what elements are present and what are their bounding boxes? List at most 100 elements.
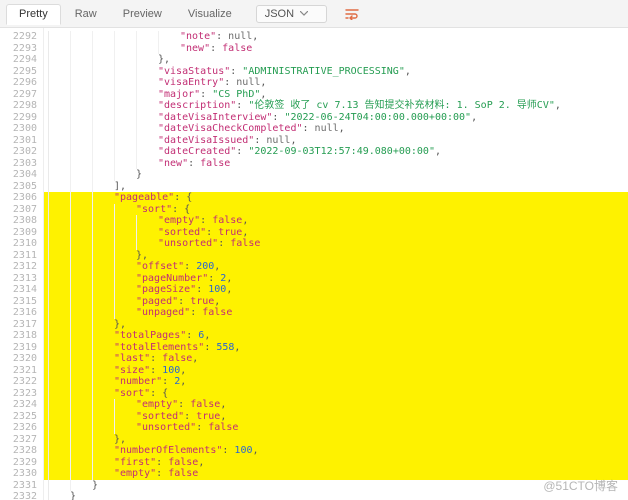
code-token: : <box>186 330 198 342</box>
code-area[interactable]: 2292229322942295229622972298229923002301… <box>0 28 628 500</box>
code-token: : <box>156 457 168 469</box>
indent-guide <box>48 319 70 331</box>
tab-pretty[interactable]: Pretty <box>6 4 61 25</box>
indent-guide <box>48 457 70 469</box>
code-line[interactable]: "size": 100, <box>48 365 628 377</box>
code-token: ], <box>114 181 126 193</box>
line-number: 2307 <box>0 204 37 216</box>
code-line[interactable]: "major": "CS PhD", <box>48 89 628 101</box>
code-line[interactable]: "paged": true, <box>48 296 628 308</box>
code-token: : <box>204 342 216 354</box>
indent-guide <box>92 296 114 308</box>
code-line[interactable]: "new": false <box>48 158 628 170</box>
code-line[interactable]: "numberOfElements": 100, <box>48 445 628 457</box>
code-line[interactable]: "sort": { <box>48 388 628 400</box>
code-token: true <box>196 411 220 423</box>
line-number: 2319 <box>0 342 37 354</box>
indent-guide <box>92 250 114 262</box>
code-line[interactable]: } <box>48 480 628 492</box>
code-line[interactable]: } <box>48 169 628 181</box>
code-line[interactable]: "totalPages": 6, <box>48 330 628 342</box>
code-line[interactable]: "pageSize": 100, <box>48 284 628 296</box>
code-line[interactable]: "empty": false, <box>48 215 628 227</box>
indent-guide <box>70 158 92 170</box>
code-line[interactable]: "last": false, <box>48 353 628 365</box>
code-line[interactable]: "unsorted": false <box>48 422 628 434</box>
line-number: 2328 <box>0 445 37 457</box>
indent-guide <box>114 66 136 78</box>
tab-visualize[interactable]: Visualize <box>176 4 244 24</box>
indent-guide <box>70 273 92 285</box>
code-token: , <box>192 353 198 365</box>
line-number: 2315 <box>0 296 37 308</box>
code-line[interactable]: "unpaged": false <box>48 307 628 319</box>
tab-preview[interactable]: Preview <box>111 4 174 24</box>
indent-guide <box>114 77 136 89</box>
code-line[interactable]: "sorted": true, <box>48 227 628 239</box>
code-line[interactable]: }, <box>48 319 628 331</box>
code-line[interactable]: "visaStatus": "ADMINISTRATIVE_PROCESSING… <box>48 66 628 78</box>
indent-guide <box>48 89 70 101</box>
code-line[interactable]: "dateCreated": "2022-09-03T12:57:49.080+… <box>48 146 628 158</box>
indent-guide <box>70 261 92 273</box>
format-select[interactable]: JSON <box>256 5 327 23</box>
code-line[interactable]: "dateVisaIssued": null, <box>48 135 628 147</box>
indent-guide <box>92 353 114 365</box>
code-line[interactable]: ], <box>48 181 628 193</box>
wrap-lines-button[interactable] <box>341 3 363 25</box>
indent-guide <box>114 43 136 55</box>
code-content[interactable]: "note": null,"new": false},"visaStatus":… <box>44 28 628 500</box>
code-line[interactable]: "dateVisaCheckCompleted": null, <box>48 123 628 135</box>
indent-guide <box>136 89 158 101</box>
indent-guide <box>114 89 136 101</box>
code-token: "CS PhD" <box>212 89 260 101</box>
code-line[interactable]: }, <box>48 54 628 66</box>
indent-guide <box>92 66 114 78</box>
code-line[interactable]: "number": 2, <box>48 376 628 388</box>
code-token: "visaEntry" <box>158 77 224 89</box>
indent-guide <box>114 411 136 423</box>
code-token: : <box>208 273 220 285</box>
indent-guide <box>92 77 114 89</box>
indent-guide <box>114 169 136 181</box>
code-line[interactable]: "visaEntry": null, <box>48 77 628 89</box>
code-token: : <box>222 445 234 457</box>
indent-guide <box>114 273 136 285</box>
indent-guide <box>48 399 70 411</box>
code-line[interactable]: "sort": { <box>48 204 628 216</box>
code-line[interactable]: "empty": false, <box>48 399 628 411</box>
indent-guide <box>70 215 92 227</box>
indent-guide <box>136 123 158 135</box>
indent-guide <box>92 388 114 400</box>
code-line[interactable]: "sorted": true, <box>48 411 628 423</box>
tab-raw[interactable]: Raw <box>63 4 109 24</box>
code-token: : <box>150 353 162 365</box>
code-line[interactable]: } <box>48 491 628 500</box>
code-line[interactable]: }, <box>48 434 628 446</box>
line-number: 2326 <box>0 422 37 434</box>
indent-guide <box>48 123 70 135</box>
code-line[interactable]: }, <box>48 250 628 262</box>
code-token: : <box>254 135 266 147</box>
code-line[interactable]: "offset": 200, <box>48 261 628 273</box>
code-line[interactable]: "empty": false <box>48 468 628 480</box>
indent-guide <box>48 146 70 158</box>
indent-guide <box>70 31 92 43</box>
code-token: "last" <box>114 353 150 365</box>
indent-guide <box>70 376 92 388</box>
code-token: null <box>315 123 339 135</box>
code-line[interactable]: "pageable": { <box>48 192 628 204</box>
code-line[interactable]: "totalElements": 558, <box>48 342 628 354</box>
code-token: null <box>228 31 252 43</box>
code-line[interactable]: "pageNumber": 2, <box>48 273 628 285</box>
indent-guide <box>70 100 92 112</box>
code-line[interactable]: "first": false, <box>48 457 628 469</box>
code-line[interactable]: "dateVisaInterview": "2022-06-24T04:00:0… <box>48 112 628 124</box>
code-token: : <box>230 66 242 78</box>
code-line[interactable]: "description": "伦敦签 收了 cv 7.13 告知提交补充材料:… <box>48 100 628 112</box>
indent-guide <box>70 77 92 89</box>
code-line[interactable]: "new": false <box>48 43 628 55</box>
code-line[interactable]: "unsorted": false <box>48 238 628 250</box>
code-line[interactable]: "note": null, <box>48 31 628 43</box>
indent-guide <box>136 31 158 43</box>
